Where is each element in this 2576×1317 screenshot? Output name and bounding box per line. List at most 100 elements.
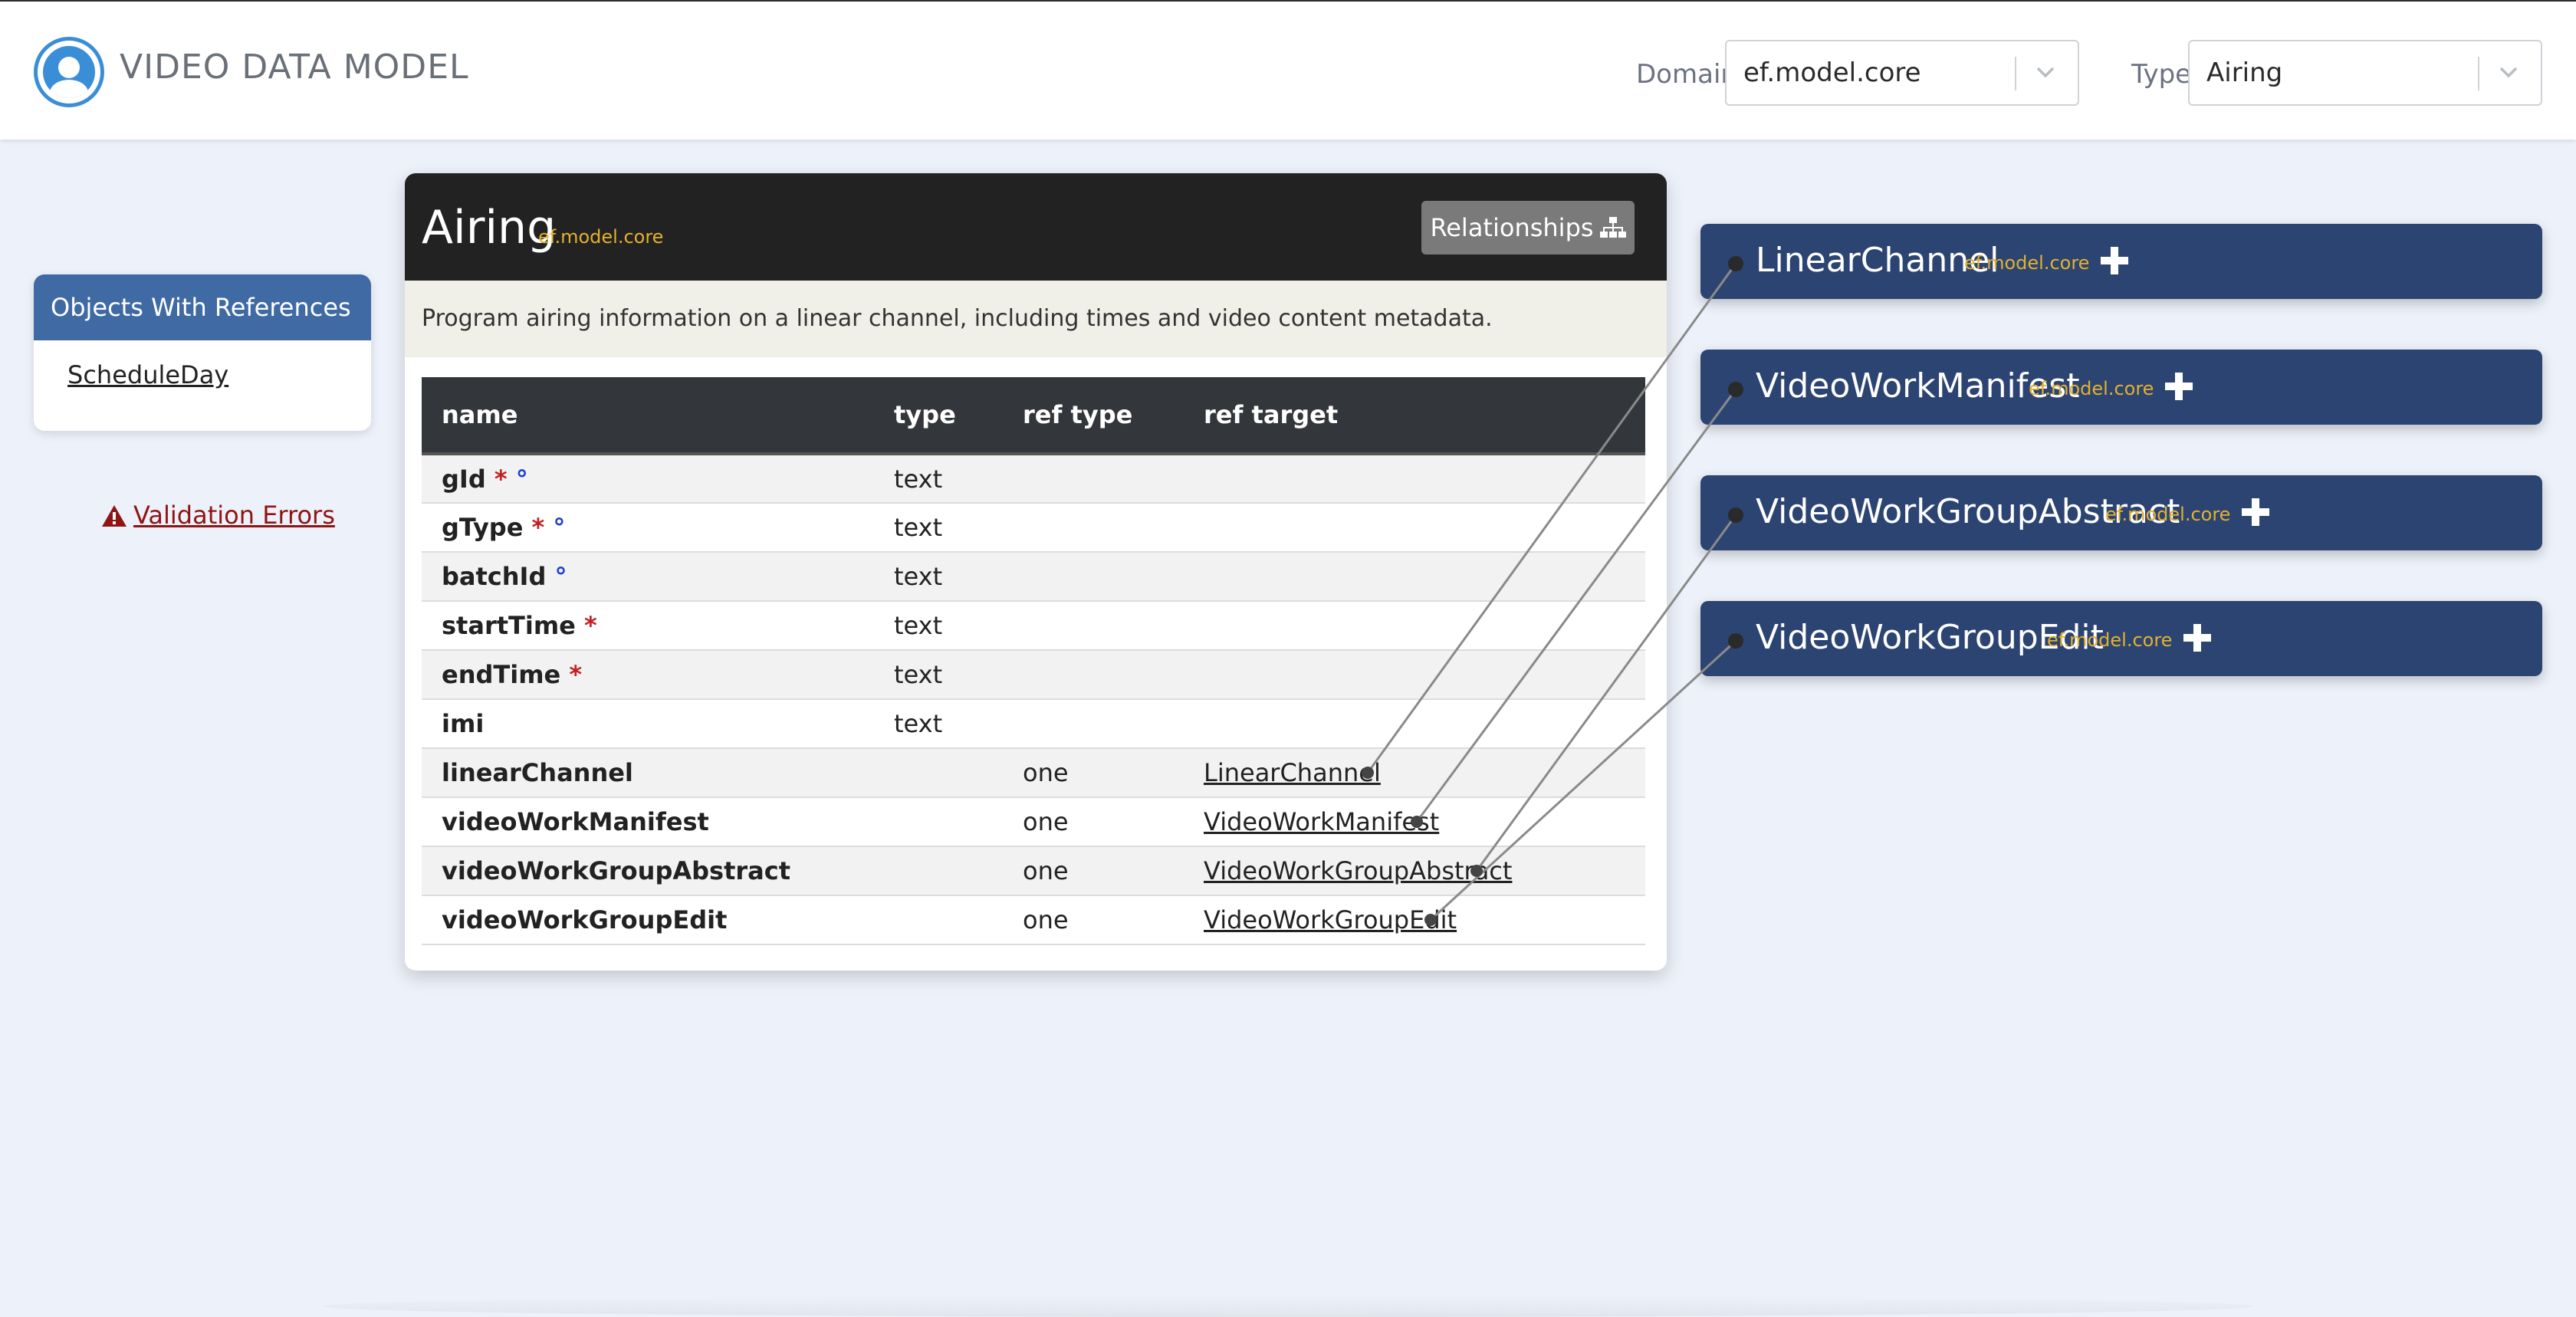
- field-ref-target: [1184, 699, 1645, 749]
- objects-with-references-panel: Objects With References ScheduleDay: [34, 274, 371, 431]
- fields-table: name type ref type ref target gId * ° te…: [422, 377, 1645, 945]
- column-header-type: type: [874, 377, 1003, 455]
- required-marker: *: [531, 513, 545, 542]
- table-row: imi text: [422, 699, 1645, 749]
- table-header-row: name type ref type ref target: [422, 377, 1645, 455]
- required-marker: *: [494, 464, 508, 494]
- field-type: text: [874, 650, 1003, 700]
- field-ref-type: [1003, 454, 1184, 504]
- field-name: endTime: [442, 660, 561, 689]
- related-object-domain: ef.model.core: [2047, 629, 2173, 651]
- domain-select[interactable]: ef.model.core: [1725, 40, 2079, 106]
- plus-icon[interactable]: [2240, 497, 2271, 527]
- select-separator: [2015, 57, 2016, 90]
- chevron-down-icon[interactable]: [2495, 58, 2522, 86]
- ref-target-link-videoworkmanifest[interactable]: VideoWorkManifest: [1204, 807, 1439, 836]
- field-type: text: [874, 699, 1003, 749]
- object-title: Airing: [422, 201, 557, 255]
- field-ref-target-cell: LinearChannel: [1184, 748, 1645, 798]
- table-row: videoWorkGroupEdit one VideoWorkGroupEdi…: [422, 895, 1645, 945]
- related-object-videoworkgroupabstract[interactable]: VideoWorkGroupAbstract ef.model.core: [1700, 475, 2542, 550]
- reference-link-scheduleday[interactable]: ScheduleDay: [67, 360, 228, 389]
- field-ref-type: [1003, 601, 1184, 651]
- field-type: text: [874, 601, 1003, 651]
- identifier-marker: °: [515, 464, 528, 494]
- relationships-button-label: Relationships: [1430, 213, 1594, 242]
- field-name-cell: linearChannel: [422, 748, 874, 798]
- field-name-cell: imi: [422, 699, 874, 749]
- field-type: [874, 797, 1003, 847]
- related-object-domain: ef.model.core: [1964, 252, 2090, 274]
- field-name-cell: startTime *: [422, 601, 874, 651]
- table-row: startTime * text: [422, 601, 1645, 651]
- domain-select-value: ef.model.core: [1743, 57, 1921, 88]
- top-header: VIDEO DATA MODEL Domain ef.model.core Ty…: [0, 0, 2576, 140]
- field-ref-target: [1184, 650, 1645, 700]
- plus-icon[interactable]: [2182, 622, 2213, 653]
- related-object-videoworkmanifest[interactable]: VideoWorkManifest ef.model.core: [1700, 350, 2542, 425]
- object-domain: ef.model.core: [538, 226, 664, 248]
- relationships-button[interactable]: Relationships: [1421, 201, 1635, 255]
- identifier-marker: °: [554, 562, 567, 591]
- column-header-name: name: [422, 377, 874, 455]
- field-ref-type: [1003, 503, 1184, 553]
- field-ref-type: [1003, 699, 1184, 749]
- validation-errors-link[interactable]: Validation Errors: [101, 497, 335, 534]
- field-ref-type: one: [1003, 748, 1184, 798]
- table-row: gType * ° text: [422, 503, 1645, 553]
- field-name-cell: gId * °: [422, 454, 874, 504]
- field-type: text: [874, 503, 1003, 553]
- app-title: VIDEO DATA MODEL: [120, 48, 469, 87]
- field-ref-type: one: [1003, 797, 1184, 847]
- field-name: startTime: [442, 611, 576, 640]
- related-object-name: LinearChannel: [1756, 241, 1999, 280]
- table-row: gId * ° text: [422, 454, 1645, 504]
- field-ref-target: [1184, 552, 1645, 602]
- related-object-domain: ef.model.core: [2029, 378, 2154, 399]
- field-name: videoWorkGroupEdit: [442, 905, 728, 934]
- field-ref-type: [1003, 650, 1184, 700]
- field-ref-target-cell: VideoWorkGroupAbstract: [1184, 846, 1645, 896]
- field-name: videoWorkManifest: [442, 807, 709, 836]
- table-row: batchId ° text: [422, 552, 1645, 602]
- table-row: videoWorkManifest one VideoWorkManifest: [422, 797, 1645, 847]
- field-name-cell: gType * °: [422, 503, 874, 553]
- field-name: batchId: [442, 562, 547, 591]
- object-description: Program airing information on a linear c…: [405, 281, 1667, 357]
- field-ref-target: [1184, 601, 1645, 651]
- logo-icon[interactable]: [34, 37, 104, 107]
- field-ref-type: one: [1003, 846, 1184, 896]
- plus-icon[interactable]: [2164, 371, 2194, 402]
- field-name-cell: batchId °: [422, 552, 874, 602]
- field-type: [874, 895, 1003, 945]
- column-header-ref-target: ref target: [1184, 377, 1645, 455]
- sitemap-icon: [1599, 217, 1626, 238]
- plus-icon[interactable]: [2099, 245, 2130, 276]
- related-object-videoworkgroupedit[interactable]: VideoWorkGroupEdit ef.model.core: [1700, 601, 2542, 676]
- field-name: videoWorkGroupAbstract: [442, 856, 790, 885]
- ref-target-link-videoworkgroupedit[interactable]: VideoWorkGroupEdit: [1204, 905, 1457, 934]
- table-row: endTime * text: [422, 650, 1645, 700]
- ref-target-link-videoworkgroupabstract[interactable]: VideoWorkGroupAbstract: [1204, 856, 1512, 885]
- field-name-cell: videoWorkGroupEdit: [422, 895, 874, 945]
- field-name: gId: [442, 464, 486, 494]
- chevron-down-icon[interactable]: [2032, 58, 2059, 86]
- warning-triangle-icon: [102, 505, 127, 527]
- ref-target-link-linearchannel[interactable]: LinearChannel: [1204, 758, 1381, 787]
- select-separator: [2478, 57, 2479, 90]
- field-ref-type: [1003, 552, 1184, 602]
- field-name-cell: videoWorkManifest: [422, 797, 874, 847]
- identifier-marker: °: [553, 513, 566, 542]
- references-panel-title: Objects With References: [34, 274, 371, 340]
- related-object-linearchannel[interactable]: LinearChannel ef.model.core: [1700, 224, 2542, 299]
- table-row: linearChannel one LinearChannel: [422, 748, 1645, 798]
- type-select[interactable]: Airing: [2188, 40, 2542, 106]
- field-type: [874, 748, 1003, 798]
- field-ref-target-cell: VideoWorkGroupEdit: [1184, 895, 1645, 945]
- field-name: gType: [442, 513, 524, 542]
- page-bottom-shadow: [322, 1296, 2254, 1317]
- validation-errors-label: Validation Errors: [133, 501, 335, 530]
- field-type: text: [874, 552, 1003, 602]
- field-type: [874, 846, 1003, 896]
- type-select-value: Airing: [2206, 57, 2283, 88]
